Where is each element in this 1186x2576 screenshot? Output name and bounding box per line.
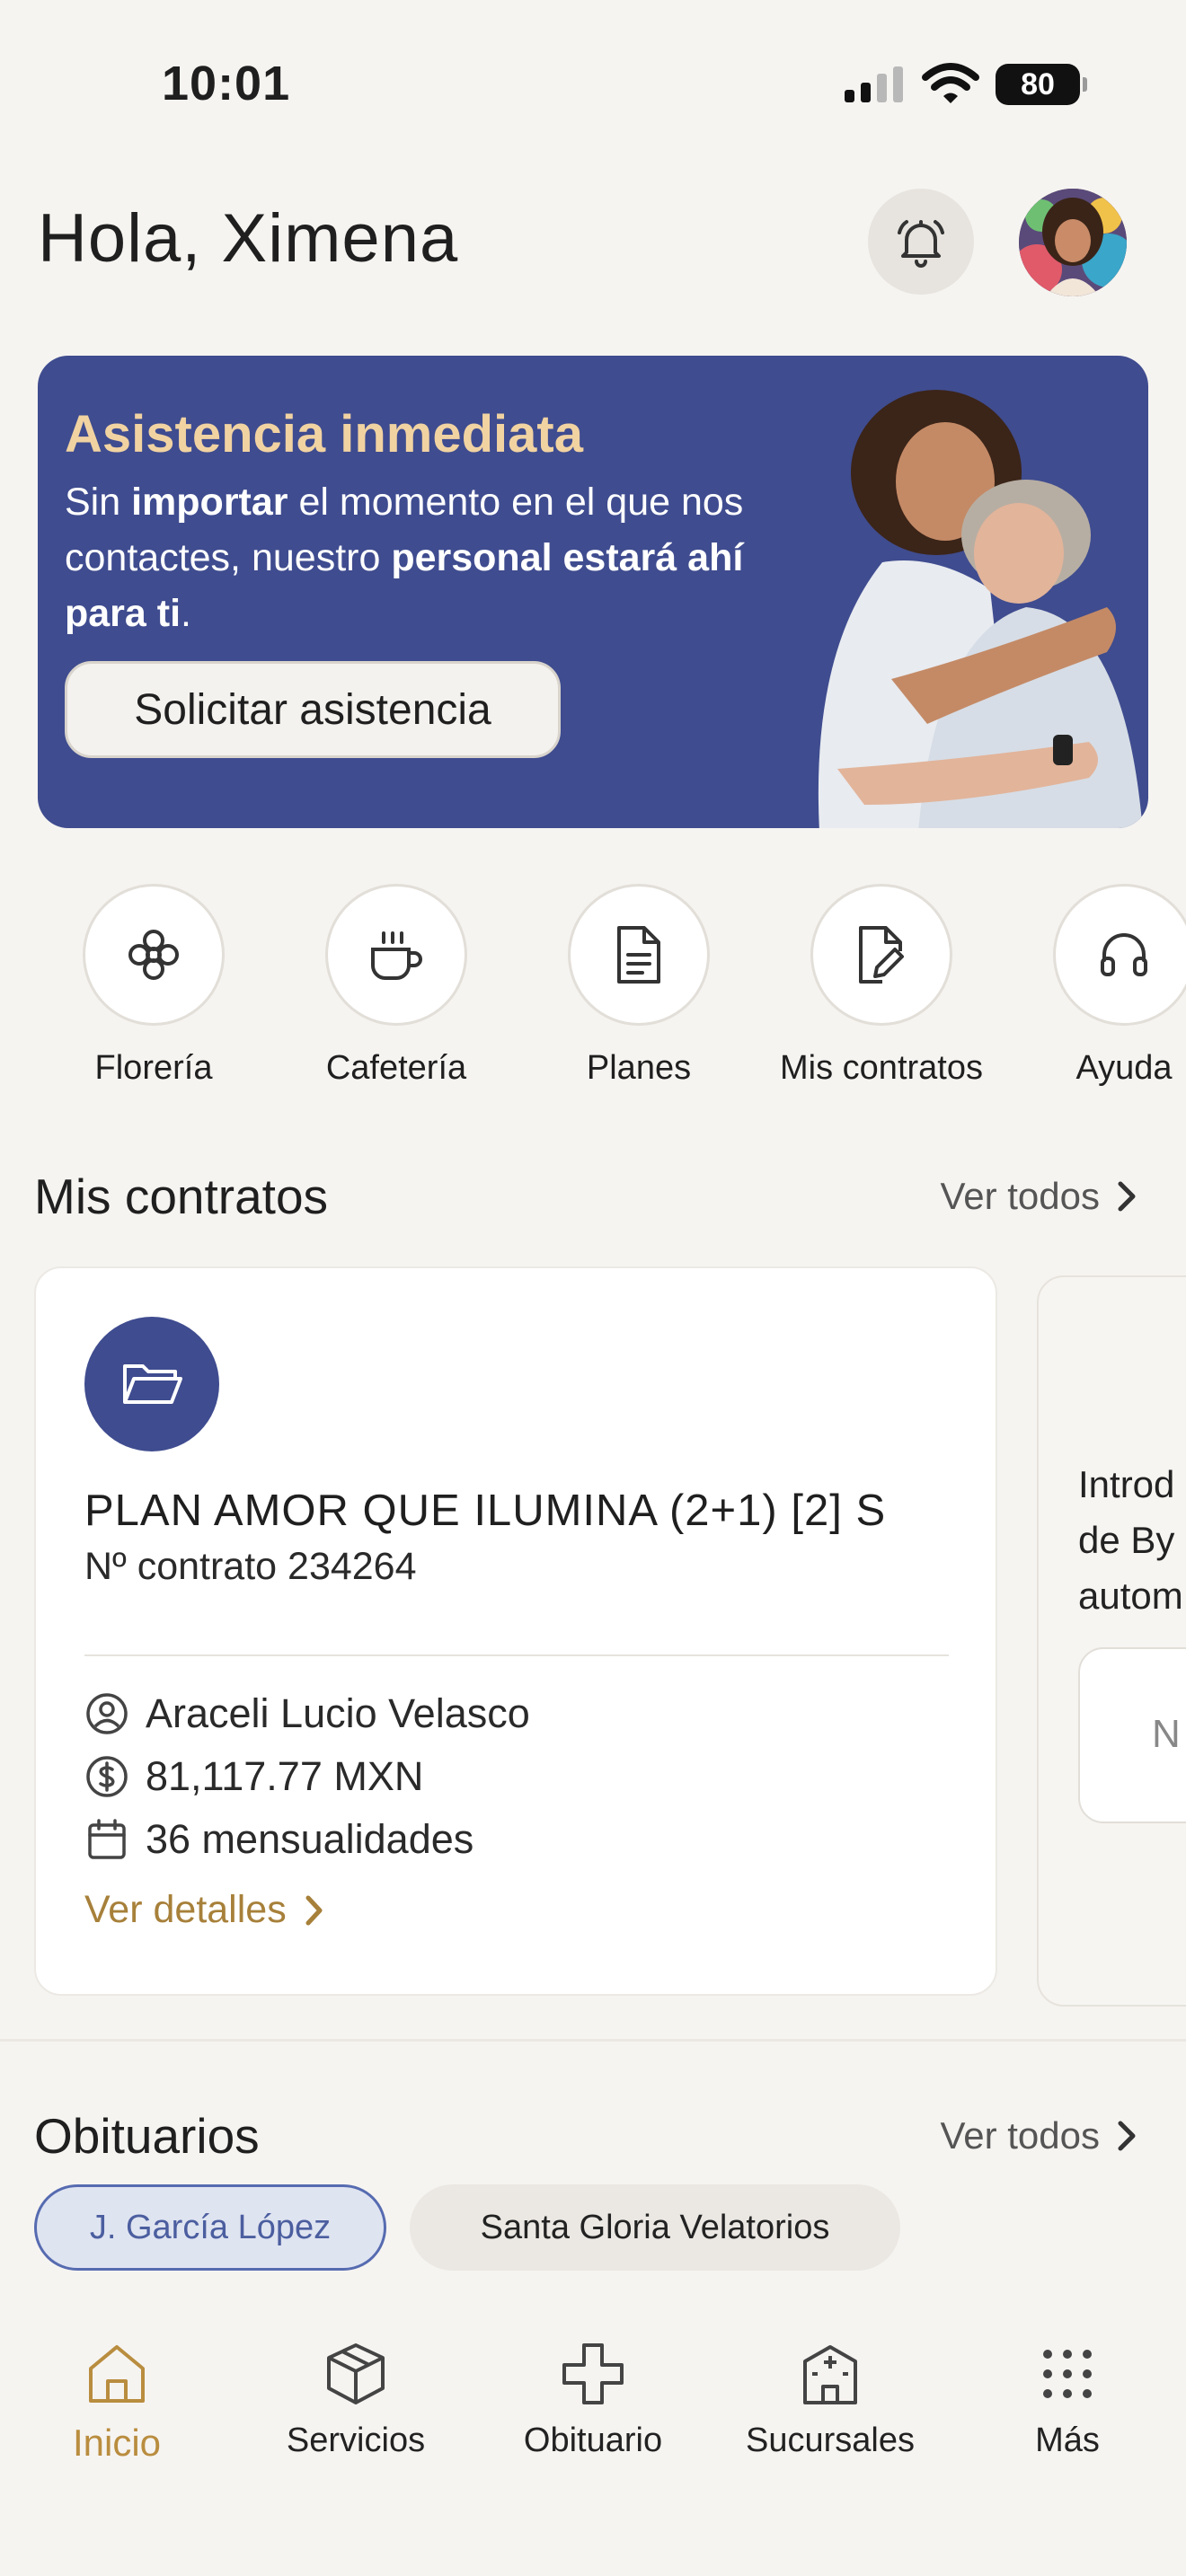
status-icons: 80 — [843, 63, 1087, 106]
contract-amount: 81,117.77 MXN — [146, 1753, 424, 1799]
peek-line: de By — [1078, 1519, 1175, 1561]
banner-text: Sin importar el momento en el que nos co… — [65, 481, 744, 635]
peek-line: Introd — [1078, 1463, 1175, 1505]
quick-action-cafeteria[interactable]: Cafetería — [284, 884, 509, 1088]
contract-installments-row: 36 mensualidades — [84, 1816, 474, 1863]
building-icon — [803, 2345, 857, 2404]
status-time: 10:01 — [162, 57, 291, 110]
headset-icon — [1101, 933, 1147, 976]
obituaries-section-title: Obituarios — [34, 2108, 260, 2164]
peek-card-button[interactable]: N — [1078, 1647, 1186, 1823]
chevron-right-icon — [305, 1895, 323, 1925]
plan-name: PLAN AMOR QUE ILUMINA (2+1) [2] S — [84, 1486, 887, 1535]
contracts-section-title: Mis contratos — [34, 1169, 329, 1224]
contract-card-next[interactable]: Introd de By autom N — [1037, 1275, 1186, 2007]
nav-item-obituario[interactable]: Obituario — [485, 2333, 701, 2460]
section-separator — [0, 2039, 1186, 2042]
quick-action-label: Mis contratos — [780, 1049, 983, 1087]
dollar-circle-icon — [86, 1756, 128, 1797]
nav-label: Más — [1035, 2422, 1100, 2459]
quick-action-circle — [83, 884, 225, 1026]
battery-indicator: 80 — [996, 64, 1087, 105]
quick-action-circle — [810, 884, 952, 1026]
coffee-cup-icon — [371, 931, 422, 980]
quick-action-circle — [325, 884, 467, 1026]
contracts-see-all-link[interactable]: Ver todos — [941, 1175, 1137, 1218]
quick-action-label: Planes — [586, 1049, 692, 1087]
greeting-title: Hola, Ximena — [38, 200, 459, 277]
obituaries-see-all-link[interactable]: Ver todos — [941, 2114, 1137, 2157]
document-pen-icon — [859, 926, 904, 984]
signal-icon — [845, 66, 903, 102]
card-divider — [84, 1654, 949, 1656]
nav-item-mas[interactable]: Más — [960, 2333, 1175, 2460]
box-icon — [327, 2343, 385, 2404]
notifications-button[interactable] — [868, 189, 974, 295]
nav-label: Inicio — [72, 2422, 162, 2464]
request-assistance-button[interactable]: Solicitar asistencia — [65, 661, 561, 758]
flower-icon — [128, 930, 179, 980]
peek-line: autom — [1078, 1575, 1183, 1617]
peek-box-text: N — [1152, 1712, 1181, 1756]
nav-label: Sucursales — [746, 2422, 915, 2459]
avatar-image — [1019, 189, 1127, 296]
banner-title: Asistencia inmediata — [65, 405, 583, 463]
user-circle-icon — [86, 1693, 128, 1734]
nav-label: Servicios — [286, 2422, 426, 2459]
contract-number: Nº contrato 234264 — [84, 1545, 417, 1588]
home-icon — [89, 2345, 145, 2403]
quick-action-label: Ayuda — [1075, 1049, 1173, 1087]
contract-holder-row: Araceli Lucio Velasco — [84, 1690, 530, 1737]
folder-icon — [123, 1364, 182, 1404]
chevron-right-icon — [1118, 2121, 1136, 2151]
contract-folder-badge — [84, 1317, 219, 1451]
see-all-label: Ver todos — [940, 1175, 1100, 1217]
document-icon — [617, 926, 660, 984]
cross-icon — [562, 2343, 624, 2404]
quick-action-ayuda[interactable]: Ayuda — [1012, 884, 1186, 1088]
contract-card[interactable]: PLAN AMOR QUE ILUMINA (2+1) [2] S Nº con… — [34, 1266, 997, 1996]
quick-action-label: Cafetería — [325, 1049, 467, 1087]
contract-holder: Araceli Lucio Velasco — [146, 1690, 530, 1736]
quick-action-floreria[interactable]: Florería — [41, 884, 266, 1088]
wifi-icon — [922, 63, 979, 103]
banner-photo — [818, 390, 1143, 828]
quick-action-label: Florería — [94, 1049, 213, 1087]
see-all-label: Ver todos — [940, 2114, 1100, 2157]
bottom-navigation: Inicio Servicios Obituario Sucursales Má… — [0, 2317, 1186, 2576]
nav-item-servicios[interactable]: Servicios — [248, 2333, 464, 2460]
calendar-icon — [88, 1819, 126, 1859]
grid-dots-icon — [1043, 2350, 1092, 2398]
assistance-banner: Asistencia inmediata Sin importar el mom… — [38, 356, 1148, 828]
obituary-chip-santa-gloria[interactable]: Santa Gloria Velatorios — [410, 2184, 900, 2271]
contract-installments: 36 mensualidades — [146, 1816, 474, 1862]
peek-card-text: Introd de By autom — [1078, 1457, 1183, 1624]
user-avatar[interactable] — [1019, 189, 1127, 296]
quick-action-planes[interactable]: Planes — [527, 884, 751, 1088]
quick-action-mis-contratos[interactable]: Mis contratos — [769, 884, 994, 1088]
obituary-chip-garcia-lopez[interactable]: J. García López — [34, 2184, 386, 2271]
nav-item-inicio[interactable]: Inicio — [9, 2333, 225, 2465]
quick-action-circle — [1053, 884, 1186, 1026]
nav-item-sucursales[interactable]: Sucursales — [722, 2333, 938, 2460]
bell-icon — [898, 220, 944, 268]
contract-amount-row: 81,117.77 MXN — [84, 1753, 423, 1800]
quick-action-circle — [568, 884, 710, 1026]
chevron-right-icon — [1118, 1181, 1136, 1212]
view-details-label: Ver detalles — [84, 1888, 287, 1931]
view-details-link[interactable]: Ver detalles — [84, 1888, 324, 1932]
nav-label: Obituario — [523, 2422, 663, 2459]
